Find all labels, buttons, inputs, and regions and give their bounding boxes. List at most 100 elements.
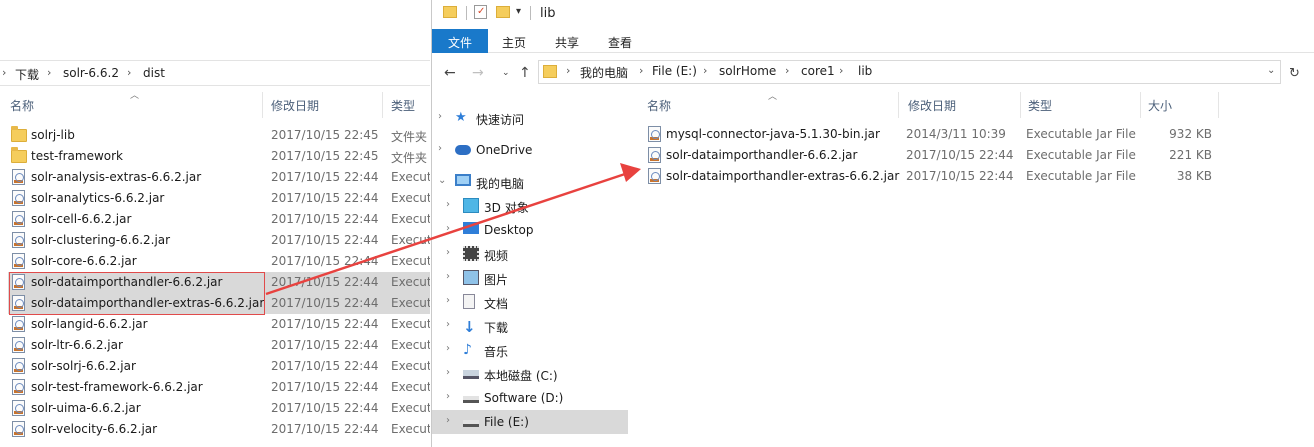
chevron-right-icon[interactable]: › [438, 111, 442, 122]
column-divider[interactable] [1020, 92, 1021, 118]
jar-icon [12, 190, 25, 206]
jar-icon [12, 211, 25, 227]
back-arrow-icon[interactable]: ← [444, 65, 456, 81]
tab-share[interactable]: 共享 [555, 34, 579, 51]
music-icon: ♪ [463, 342, 472, 358]
customize-toolbar-icon[interactable]: ▾ [516, 6, 521, 17]
column-divider[interactable] [898, 92, 899, 118]
chevron-right-icon[interactable]: › [446, 343, 450, 354]
chevron-right-icon[interactable]: › [446, 415, 450, 426]
nav-item[interactable]: › 3D 对象 [432, 194, 628, 218]
breadcrumb-item[interactable]: core1 [801, 64, 835, 78]
chevron-right-icon[interactable]: › [446, 295, 450, 306]
chevron-right-icon[interactable]: › [446, 271, 450, 282]
file-row[interactable]: solr-dataimporthandler-extras-6.6.2.jar 2… [644, 166, 1244, 187]
tab-view[interactable]: 查看 [608, 34, 632, 51]
file-date: 2017/10/15 22:44 [271, 380, 379, 394]
nav-item[interactable]: › 文档 [432, 290, 628, 314]
file-date: 2017/10/15 22:44 [271, 254, 379, 268]
file-row[interactable]: mysql-connector-java-5.1.30-bin.jar 2014/… [644, 124, 1244, 145]
breadcrumb-item[interactable]: 我的电脑 [580, 64, 628, 81]
file-row[interactable]: solr-core-6.6.2.jar 2017/10/15 22:44 Execu… [8, 251, 430, 272]
file-row[interactable]: solr-analysis-extras-6.6.2.jar 2017/10/15… [8, 167, 430, 188]
forward-arrow-icon[interactable]: → [472, 65, 484, 81]
file-date: 2017/10/15 22:44 [906, 148, 1014, 162]
column-header-date[interactable]: 修改日期 [908, 97, 956, 114]
file-date: 2017/10/15 22:44 [271, 212, 379, 226]
refresh-icon[interactable]: ↻ [1289, 66, 1300, 81]
jar-icon [648, 147, 661, 163]
nav-item[interactable]: › 图片 [432, 266, 628, 290]
new-folder-icon[interactable] [496, 6, 510, 18]
column-header-date[interactable]: 修改日期 [271, 97, 319, 114]
column-divider[interactable] [1218, 92, 1219, 118]
file-date: 2017/10/15 22:44 [271, 191, 379, 205]
tab-file[interactable]: 文件 [432, 29, 488, 53]
nav-item[interactable]: › File (E:) [432, 410, 628, 434]
file-row[interactable]: solr-clustering-6.6.2.jar 2017/10/15 22:4… [8, 230, 430, 251]
nav-item[interactable]: › ↓ 下载 [432, 314, 628, 338]
nav-item[interactable]: › ♪ 音乐 [432, 338, 628, 362]
column-header-type[interactable]: 类型 [1028, 97, 1052, 114]
folder-icon [543, 65, 557, 78]
address-bar[interactable]: › 我的电脑 › File (E:) › solrHome › core1 › … [538, 60, 1281, 84]
file-row[interactable]: solr-velocity-6.6.2.jar 2017/10/15 22:44 E… [8, 419, 430, 440]
chevron-down-icon[interactable]: ⌄ [438, 175, 446, 186]
cloud-icon [455, 145, 471, 155]
file-row[interactable]: solr-cell-6.6.2.jar 2017/10/15 22:44 Execu… [8, 209, 430, 230]
breadcrumb-item[interactable]: solrHome [719, 64, 776, 78]
breadcrumb-item[interactable]: 下载 [15, 66, 39, 83]
up-arrow-icon[interactable]: ↑ [519, 65, 531, 81]
column-divider[interactable] [1140, 92, 1141, 118]
breadcrumb-separator: › [2, 66, 7, 79]
properties-icon[interactable]: ✓ [474, 5, 487, 19]
file-row[interactable]: solrj-lib 2017/10/15 22:45 文件夹 [8, 125, 430, 146]
nav-item[interactable]: › 本地磁盘 (C:) [432, 362, 628, 386]
file-row[interactable]: solr-solrj-6.6.2.jar 2017/10/15 22:44 Exec… [8, 356, 430, 377]
nav-item[interactable]: › OneDrive [432, 138, 628, 162]
column-header-name[interactable]: 名称 [10, 97, 34, 114]
file-row[interactable]: solr-ltr-6.6.2.jar 2017/10/15 22:44 Execut… [8, 335, 430, 356]
tab-home[interactable]: 主页 [502, 34, 526, 51]
recent-locations-chevron-icon[interactable]: ⌄ [502, 68, 510, 78]
file-row[interactable]: solr-langid-6.6.2.jar 2017/10/15 22:44 Exe… [8, 314, 430, 335]
file-row[interactable]: solr-test-framework-6.6.2.jar 2017/10/15 … [8, 377, 430, 398]
column-header-size[interactable]: 大小 [1148, 97, 1172, 114]
nav-item[interactable]: › Desktop [432, 218, 628, 242]
nav-item[interactable]: ⌄ 我的电脑 [432, 170, 628, 194]
file-date: 2017/10/15 22:44 [271, 401, 379, 415]
file-row[interactable]: solr-uima-6.6.2.jar 2017/10/15 22:44 Execu… [8, 398, 430, 419]
breadcrumb-item[interactable]: File (E:) [652, 64, 697, 78]
column-header-name[interactable]: 名称 [647, 97, 671, 114]
breadcrumb-item[interactable]: lib [858, 64, 872, 78]
file-type: Executable Jar File [1026, 148, 1136, 162]
chevron-right-icon[interactable]: › [446, 319, 450, 330]
chevron-right-icon[interactable]: › [446, 199, 450, 210]
column-divider[interactable] [262, 92, 263, 118]
nav-item-label: 文档 [484, 297, 509, 311]
file-row[interactable]: solr-analytics-6.6.2.jar 2017/10/15 22:44… [8, 188, 430, 209]
chevron-right-icon[interactable]: › [446, 391, 450, 402]
chevron-right-icon[interactable]: › [446, 223, 450, 234]
jar-icon [648, 168, 661, 184]
computer-icon [455, 174, 471, 186]
jar-icon [12, 421, 25, 437]
file-row[interactable]: solr-dataimporthandler-6.6.2.jar 2017/10/… [644, 145, 1244, 166]
file-type: 文件夹 [391, 130, 428, 144]
chevron-right-icon[interactable]: › [438, 143, 442, 154]
breadcrumb-item[interactable]: dist [143, 66, 165, 80]
chevron-right-icon[interactable]: › [446, 367, 450, 378]
chevron-down-icon[interactable]: ⌄ [1267, 65, 1275, 76]
column-divider[interactable] [382, 92, 383, 118]
column-header-type[interactable]: 类型 [391, 97, 415, 114]
breadcrumb-item[interactable]: solr-6.6.2 [63, 66, 119, 80]
file-row[interactable]: test-framework 2017/10/15 22:45 文件夹 [8, 146, 430, 167]
nav-item[interactable]: › 视频 [432, 242, 628, 266]
file-date: 2017/10/15 22:44 [906, 169, 1014, 183]
chevron-right-icon[interactable]: › [446, 247, 450, 258]
file-date: 2017/10/15 22:44 [271, 275, 379, 289]
nav-item[interactable]: › ★ 快速访问 [432, 106, 628, 130]
left-address-bar[interactable]: › 下载 › solr-6.6.2 › dist [0, 60, 430, 86]
file-name: solr-uima-6.6.2.jar [31, 401, 141, 415]
nav-item[interactable]: › Software (D:) [432, 386, 628, 410]
